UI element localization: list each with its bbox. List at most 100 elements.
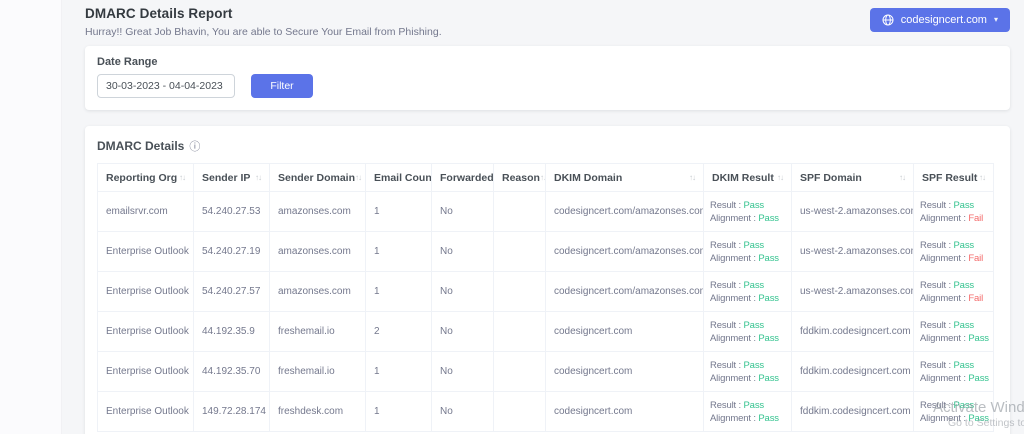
cell-sender-ip: 54.240.27.53 [193, 191, 270, 232]
cell-spf-domain: fddkim.codesigncert.com [791, 311, 914, 352]
chevron-down-icon: ▾ [993, 15, 998, 24]
cell-sender-domain: amazonses.com [269, 191, 366, 232]
cell-forwarded: No [431, 271, 494, 312]
column-header-forwarded[interactable]: Forwarded↑↓ [431, 163, 494, 192]
table-header-row: Reporting Org ↑↓ Sender IP ↑↓ Sender Domain ↑… [97, 163, 994, 192]
column-label: Email Count [374, 171, 432, 184]
dmarc-table: Reporting Org ↑↓ Sender IP ↑↓ Sender Domain ↑… [97, 163, 994, 432]
cell-forwarded: No [431, 191, 494, 232]
cell-reason [493, 351, 546, 392]
column-label: SPF Domain [800, 171, 862, 184]
cell-reporting-org: Enterprise Outlook [97, 271, 194, 312]
table-row: Enterprise Outlook 44.192.35.9 freshemail.… [97, 311, 994, 352]
cell-spf-result: Result : Pass Alignment : Pass [913, 351, 994, 392]
cell-reason [493, 391, 546, 432]
cell-email-count: 1 [365, 391, 432, 432]
column-header-dkim-result[interactable]: DKIM Result ↑↓ [703, 163, 792, 192]
table-row: Enterprise Outlook 54.240.27.57 amazonses.… [97, 271, 994, 312]
cell-reporting-org: emailsrvr.com [97, 191, 194, 232]
filter-button[interactable]: Filter [251, 74, 313, 98]
filter-row: Filter [97, 74, 998, 98]
cell-dkim-result: Result : Pass Alignment : Pass [703, 311, 792, 352]
column-label: SPF Result [922, 171, 978, 184]
sidebar-edge [0, 0, 62, 434]
column-label: Forwarded [440, 171, 494, 184]
date-range-label: Date Range [97, 56, 158, 68]
cell-sender-ip: 54.240.27.19 [193, 231, 270, 272]
table-card-title: DMARC Details ⓘ [97, 138, 998, 154]
column-header-reporting-org[interactable]: Reporting Org ↑↓ [97, 163, 194, 192]
cell-dkim-domain: codesigncert.com [545, 391, 704, 432]
column-header-reason[interactable]: Reason ↑↓ [493, 163, 546, 192]
cell-reason [493, 191, 546, 232]
cell-email-count: 2 [365, 311, 432, 352]
globe-icon [882, 14, 894, 26]
cell-email-count: 1 [365, 231, 432, 272]
cell-reason [493, 231, 546, 272]
table-row: Enterprise Outlook 44.192.35.70 freshemail… [97, 351, 994, 392]
table-row: Enterprise Outlook 149.72.28.174 freshdesk… [97, 391, 994, 432]
cell-sender-ip: 44.192.35.70 [193, 351, 270, 392]
cell-spf-domain: us-west-2.amazonses.com [791, 271, 914, 312]
date-range-input[interactable] [97, 74, 235, 98]
cell-sender-ip: 149.72.28.174 [193, 391, 270, 432]
sort-icon: ↑↓ [179, 173, 186, 182]
sort-icon: ↑↓ [355, 173, 362, 182]
cell-dkim-domain: codesigncert.com/amazonses.com [545, 231, 704, 272]
sort-icon: ↑↓ [689, 173, 696, 182]
dmarc-details-card: DMARC Details ⓘ Reporting Org ↑↓ Sender IP… [85, 126, 1010, 434]
column-label: Sender Domain [278, 171, 356, 184]
column-header-email-count[interactable]: Email Count↑↓ [365, 163, 432, 192]
cell-spf-result: Result : Pass Alignment : Pass [913, 311, 994, 352]
column-header-spf-result[interactable]: SPF Result ↑↓ [913, 163, 994, 192]
cell-dkim-domain: codesigncert.com [545, 351, 704, 392]
cell-reporting-org: Enterprise Outlook [97, 311, 194, 352]
cell-sender-domain: freshemail.io [269, 351, 366, 392]
domain-selector-button[interactable]: codesigncert.com ▾ [869, 8, 1010, 32]
cell-dkim-result: Result : Pass Alignment : Pass [703, 351, 792, 392]
sort-icon: ↑↓ [539, 173, 546, 182]
page-header-titles: DMARC Details Report Hurray!! Great Job … [85, 6, 442, 38]
cell-forwarded: No [431, 391, 494, 432]
domain-selector-label: codesigncert.com [900, 14, 987, 26]
column-header-sender-ip[interactable]: Sender IP ↑↓ [193, 163, 270, 192]
cell-reporting-org: Enterprise Outlook [97, 351, 194, 392]
sort-icon: ↑↓ [899, 173, 906, 182]
cell-reporting-org: Enterprise Outlook [97, 391, 194, 432]
cell-spf-domain: fddkim.codesigncert.com [791, 391, 914, 432]
cell-dkim-result: Result : Pass Alignment : Pass [703, 191, 792, 232]
column-label: Reporting Org [106, 171, 178, 184]
cell-dkim-domain: codesigncert.com/amazonses.com [545, 191, 704, 232]
page-header: DMARC Details Report Hurray!! Great Job … [85, 0, 1010, 38]
page-subtitle: Hurray!! Great Job Bhavin, You are able … [85, 26, 442, 38]
sort-icon: ↑↓ [777, 173, 784, 182]
cell-email-count: 1 [365, 351, 432, 392]
cell-forwarded: No [431, 311, 494, 352]
column-label: DKIM Domain [554, 171, 623, 184]
cell-dkim-domain: codesigncert.com/amazonses.com [545, 271, 704, 312]
cell-spf-result: Result : Pass Alignment : Fail [913, 271, 994, 312]
info-icon[interactable]: ⓘ [189, 138, 200, 154]
cell-email-count: 1 [365, 191, 432, 232]
column-header-spf-domain[interactable]: SPF Domain ↑↓ [791, 163, 914, 192]
column-label: DKIM Result [712, 171, 774, 184]
cell-dkim-result: Result : Pass Alignment : Pass [703, 271, 792, 312]
cell-spf-result: Result : Pass Alignment : Pass [913, 391, 994, 432]
cell-dkim-result: Result : Pass Alignment : Pass [703, 391, 792, 432]
column-label: Reason [502, 171, 540, 184]
cell-spf-result: Result : Pass Alignment : Fail [913, 191, 994, 232]
cell-spf-domain: us-west-2.amazonses.com [791, 231, 914, 272]
main-content: DMARC Details Report Hurray!! Great Job … [85, 0, 1010, 434]
cell-spf-domain: fddkim.codesigncert.com [791, 351, 914, 392]
column-label: Sender IP [202, 171, 251, 184]
cell-forwarded: No [431, 231, 494, 272]
cell-sender-ip: 54.240.27.57 [193, 271, 270, 312]
cell-sender-domain: amazonses.com [269, 271, 366, 312]
sort-icon: ↑↓ [255, 173, 262, 182]
table-row: emailsrvr.com 54.240.27.53 amazonses.com 1 N… [97, 191, 994, 232]
column-header-dkim-domain[interactable]: DKIM Domain ↑↓ [545, 163, 704, 192]
cell-sender-domain: amazonses.com [269, 231, 366, 272]
cell-email-count: 1 [365, 271, 432, 312]
table-row: Enterprise Outlook 54.240.27.19 amazonses.… [97, 231, 994, 272]
column-header-sender-domain[interactable]: Sender Domain ↑↓ [269, 163, 366, 192]
